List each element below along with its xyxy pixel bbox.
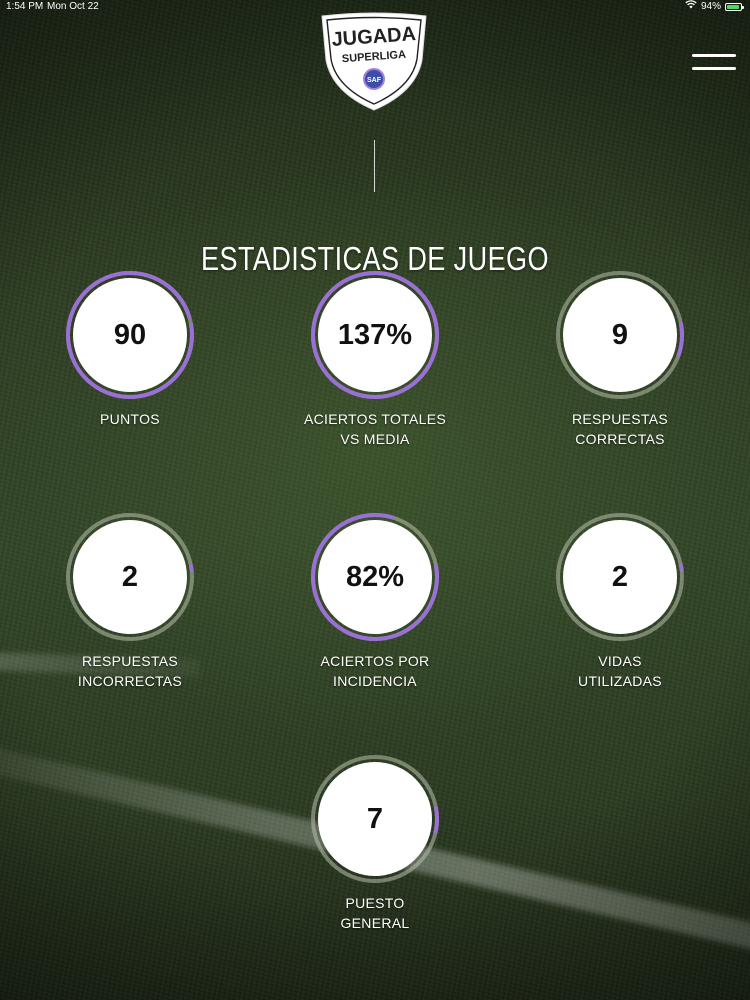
jugada-superliga-logo: JUGADA SUPERLIGA SAF [318, 12, 430, 112]
stat-ring: 90 [65, 270, 195, 400]
stat-label-line1: PUESTO [345, 895, 405, 911]
stat-label: PUESTO GENERAL [275, 893, 475, 933]
stat-label: ACIERTOS POR INCIDENCIA [275, 651, 475, 691]
stat-ring: 2 [65, 512, 195, 642]
stat-value: 137% [337, 319, 413, 351]
battery-charging-icon [725, 3, 744, 11]
stat-ring: 82% [310, 512, 440, 642]
stat-puesto-general: 7 PUESTO GENERAL [275, 754, 475, 933]
stat-label-line2: INCIDENCIA [333, 673, 417, 689]
battery-percent: 94% [700, 1, 721, 12]
stat-label-line1: ACIERTOS POR [320, 653, 430, 669]
stat-label-line2: CORRECTAS [575, 431, 665, 447]
wifi-icon [685, 0, 697, 14]
stat-ring: 7 [310, 754, 440, 884]
hamburger-menu-icon[interactable] [690, 52, 740, 76]
logo-badge-text: SAF [367, 77, 382, 84]
stat-value: 2 [611, 561, 629, 593]
stat-label: PUNTOS [30, 409, 230, 429]
header-divider [374, 140, 375, 192]
stat-label: RESPUESTAS CORRECTAS [520, 409, 720, 449]
stat-label: VIDAS UTILIZADAS [520, 651, 720, 691]
stat-respuestas-correctas: 9 RESPUESTAS CORRECTAS [520, 270, 720, 449]
stat-aciertos-incidencia: 82% ACIERTOS POR INCIDENCIA [275, 512, 475, 691]
stat-ring: 137% [310, 270, 440, 400]
stat-aciertos-totales: 137% ACIERTOS TOTALES VS MEDIA [275, 270, 475, 449]
status-right: 94% [685, 0, 744, 14]
stat-value: 2 [121, 561, 139, 593]
stat-label-line2: GENERAL [340, 915, 410, 931]
stat-value: 82% [345, 561, 405, 593]
status-date: Mon Oct 22 [47, 1, 99, 12]
stat-value: 90 [113, 319, 147, 351]
stat-label-line2: UTILIZADAS [578, 673, 662, 689]
stat-label-line1: RESPUESTAS [571, 411, 669, 427]
stat-ring: 9 [555, 270, 685, 400]
stat-label: ACIERTOS TOTALES VS MEDIA [275, 409, 475, 449]
stat-label-line2: INCORRECTAS [77, 673, 183, 689]
stat-vidas-utilizadas: 2 VIDAS UTILIZADAS [520, 512, 720, 691]
stat-puntos: 90 PUNTOS [30, 270, 230, 429]
stat-label-line1: ACIERTOS TOTALES [304, 411, 446, 427]
status-time: 1:54 PM [6, 1, 44, 12]
stat-label-line1: VIDAS [598, 653, 642, 669]
stat-label-line2: VS MEDIA [340, 431, 410, 447]
stat-value: 7 [366, 803, 384, 835]
stat-value: 9 [611, 319, 629, 351]
stat-label-line1: RESPUESTAS [81, 653, 179, 669]
stat-label: RESPUESTAS INCORRECTAS [30, 651, 230, 691]
stat-ring: 2 [555, 512, 685, 642]
stat-respuestas-incorrectas: 2 RESPUESTAS INCORRECTAS [30, 512, 230, 691]
stat-label-line1: PUNTOS [100, 411, 160, 427]
